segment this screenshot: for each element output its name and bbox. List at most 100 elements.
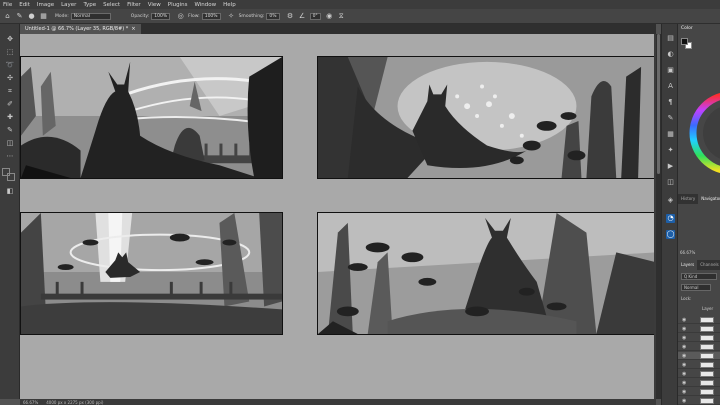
mode-select[interactable]: Normal <box>70 12 111 20</box>
canvas[interactable] <box>20 34 654 399</box>
flow-input[interactable]: 100% <box>201 12 221 20</box>
layer-filter-kind[interactable]: Q Kind <box>681 273 717 280</box>
libraries-icon[interactable]: ▤ <box>666 34 675 43</box>
angle-input[interactable]: 0° <box>309 12 321 20</box>
healing-tool-icon[interactable]: ✚ <box>5 112 15 122</box>
menu-edit[interactable]: Edit <box>19 2 30 8</box>
layers-tab[interactable]: Layers <box>678 260 698 270</box>
brush-tool-icon[interactable]: ✎ <box>15 12 24 21</box>
move-tool-icon[interactable]: ✥ <box>5 34 15 44</box>
properties-icon[interactable]: ▣ <box>666 66 675 75</box>
menu-layer[interactable]: Layer <box>61 2 76 8</box>
layer-row-selected[interactable]: ◉ <box>678 352 720 360</box>
layer-row[interactable]: ◉ <box>678 325 720 333</box>
brushes-icon[interactable]: ✎ <box>666 114 675 123</box>
canvas-area[interactable] <box>20 34 656 399</box>
panel-icon-strip: ▤ ◐ ▣ A ¶ ✎ ▦ ✦ ▶ ◫ ◈ ◔ ◯ <box>661 24 678 405</box>
color-wheel[interactable] <box>686 58 720 208</box>
symmetry-icon[interactable]: ⧖ <box>337 12 346 21</box>
eye-icon[interactable]: ◉ <box>682 371 686 377</box>
menu-select[interactable]: Select <box>103 2 120 8</box>
menu-window[interactable]: Window <box>194 2 216 8</box>
layer-blend-mode[interactable]: Normal <box>681 284 711 291</box>
status-zoom[interactable]: 66.67% <box>23 400 38 405</box>
options-bar: ⌂ ✎ ● ▦ Mode: Normal Opacity: 100% ◎ Flo… <box>0 9 720 24</box>
layers-channels-tabs: Layers Channels <box>678 260 720 270</box>
document-tab-bar: Untitled-1 @ 66.7% (Layer 35, RGB/8#) * … <box>20 24 656 34</box>
brush-tool-icon[interactable]: ✎ <box>5 125 15 135</box>
layer-row[interactable]: ◉ <box>678 379 720 387</box>
more-tools-icon[interactable]: ⋯ <box>5 151 15 161</box>
navigator-icon[interactable]: ◯ <box>666 230 675 239</box>
eye-icon[interactable]: ◉ <box>682 362 686 368</box>
panel-4-artwork <box>318 213 654 334</box>
menu-bar: File Edit Image Layer Type Select Filter… <box>0 0 720 9</box>
layer-row[interactable]: ◉ <box>678 370 720 378</box>
menu-plugins[interactable]: Plugins <box>168 2 188 8</box>
lasso-tool-icon[interactable]: ➰ <box>5 60 15 70</box>
eye-icon[interactable]: ◉ <box>682 398 686 404</box>
brush-settings-icon[interactable]: ▦ <box>39 12 48 21</box>
history-tab[interactable]: History <box>678 194 698 204</box>
patterns-icon[interactable]: ◈ <box>666 196 675 205</box>
navigator-zoom[interactable]: 66.67% <box>680 250 695 255</box>
styles-icon[interactable]: ✦ <box>666 146 675 155</box>
storyboard-panel-2 <box>317 56 654 179</box>
menu-file[interactable]: File <box>3 2 12 8</box>
layer-row[interactable]: ◉ <box>678 397 720 405</box>
eraser-tool-icon[interactable]: ◫ <box>5 138 15 148</box>
eye-icon[interactable]: ◉ <box>682 380 686 386</box>
menu-filter[interactable]: Filter <box>127 2 141 8</box>
foreground-color-swatch[interactable] <box>2 168 10 176</box>
layer-thumbnail <box>700 326 714 332</box>
quick-select-tool-icon[interactable]: ✣ <box>5 73 15 83</box>
layer-thumbnail <box>700 389 714 395</box>
layer-thumbnail <box>700 398 714 404</box>
storyboard-panel-3 <box>20 212 283 335</box>
smoothing-input[interactable]: 0% <box>266 12 280 20</box>
mode-label: Mode: <box>55 13 69 19</box>
layer-row[interactable]: ◉ <box>678 316 720 324</box>
layer-row[interactable]: ◉ <box>678 388 720 396</box>
panel-2-artwork <box>318 57 654 178</box>
eyedropper-tool-icon[interactable]: ✐ <box>5 99 15 109</box>
brush-preset-icon[interactable]: ● <box>27 12 36 21</box>
layer-row[interactable]: ◉ <box>678 334 720 342</box>
character-icon[interactable]: A <box>666 82 675 91</box>
color-panel-tab[interactable]: Color <box>678 24 720 33</box>
eye-icon[interactable]: ◉ <box>682 389 686 395</box>
navigator-tab[interactable]: Navigator <box>698 194 720 204</box>
home-icon[interactable]: ⌂ <box>3 12 12 21</box>
scrollbar-thumb[interactable] <box>657 34 660 174</box>
eye-icon[interactable]: ◉ <box>682 353 686 359</box>
eye-icon[interactable]: ◉ <box>682 326 686 332</box>
crop-tool-icon[interactable]: ⌗ <box>5 86 15 96</box>
quick-mask-icon[interactable]: ◧ <box>5 186 15 196</box>
eye-icon[interactable]: ◉ <box>682 317 686 323</box>
menu-type[interactable]: Type <box>83 2 96 8</box>
menu-help[interactable]: Help <box>223 2 236 8</box>
eye-icon[interactable]: ◉ <box>682 344 686 350</box>
close-tab-icon[interactable]: × <box>131 26 135 32</box>
menu-view[interactable]: View <box>148 2 161 8</box>
eye-icon[interactable]: ◉ <box>682 335 686 341</box>
gear-icon[interactable]: ⚙ <box>286 12 295 21</box>
opacity-input[interactable]: 100% <box>151 12 171 20</box>
layer-row[interactable]: ◉ <box>678 343 720 351</box>
menu-image[interactable]: Image <box>37 2 54 8</box>
history-icon[interactable]: ◔ <box>666 214 675 223</box>
swatches-icon[interactable]: ▦ <box>666 130 675 139</box>
channels-tab[interactable]: Channels <box>697 260 720 270</box>
marquee-tool-icon[interactable]: ⬚ <box>5 47 15 57</box>
adjustments-icon[interactable]: ◐ <box>666 50 675 59</box>
paragraph-icon[interactable]: ¶ <box>666 98 675 107</box>
actions-icon[interactable]: ▶ <box>666 162 675 171</box>
gradients-icon[interactable]: ◫ <box>666 178 675 187</box>
color-foreground-swatch[interactable] <box>681 38 688 45</box>
document-tab[interactable]: Untitled-1 @ 66.7% (Layer 35, RGB/8#) * … <box>20 24 141 34</box>
toolbox: ✥ ⬚ ➰ ✣ ⌗ ✐ ✚ ✎ ◫ ⋯ ◧ <box>0 24 20 399</box>
pressure-size-icon[interactable]: ◉ <box>325 12 334 21</box>
airbrush-icon[interactable]: ✧ <box>227 12 236 21</box>
pressure-opacity-icon[interactable]: ◎ <box>176 12 185 21</box>
layer-row[interactable]: ◉ <box>678 361 720 369</box>
